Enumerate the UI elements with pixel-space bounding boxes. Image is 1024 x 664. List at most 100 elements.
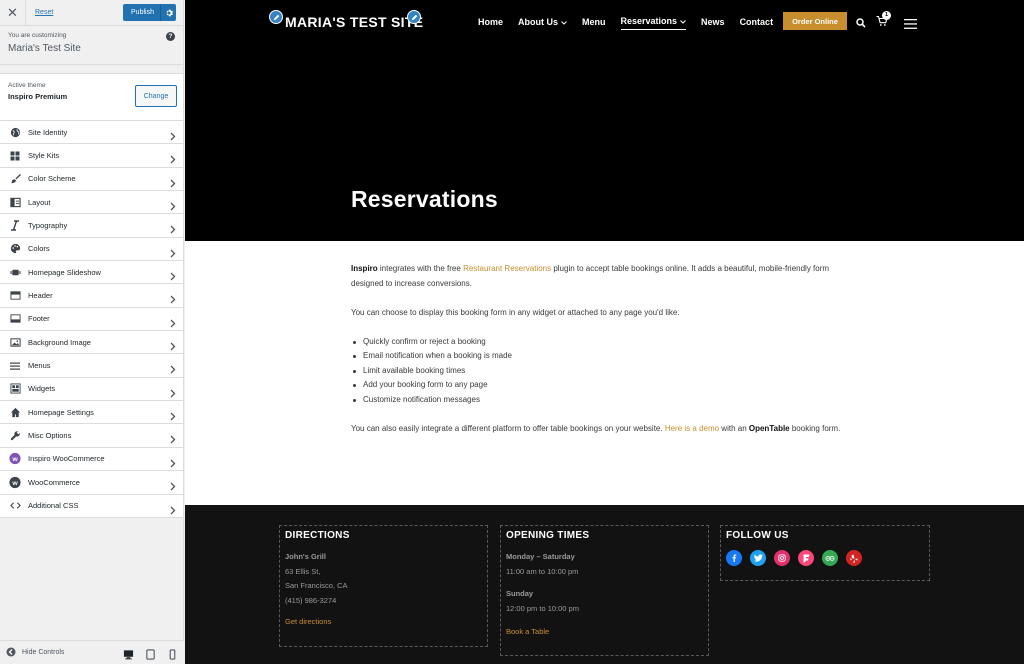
publish-label: Publish [131, 9, 154, 16]
widgets-icon [9, 383, 21, 395]
section-label: Color Scheme [28, 174, 76, 184]
hide-controls-label: Hide Controls [22, 649, 65, 656]
close-icon[interactable]: ✕ [0, 0, 26, 26]
day-range-2: Sunday [506, 589, 534, 598]
nav-about-us[interactable]: About Us [518, 17, 567, 30]
nav-label: Reservations [620, 16, 678, 26]
nav-home[interactable]: Home [478, 17, 503, 30]
chevron-right-icon [170, 315, 176, 333]
customizer-footer: Hide Controls [0, 640, 184, 664]
section-widgets[interactable]: Widgets [0, 377, 183, 402]
hide-controls-button[interactable]: Hide Controls [0, 647, 64, 659]
main-navigation: Home About Us Menu Reservations News Contact [478, 16, 788, 30]
demo-link[interactable]: Here is a demo [665, 424, 719, 433]
section-homepage-settings[interactable]: Homepage Settings [0, 401, 183, 425]
nav-reservations[interactable]: Reservations [620, 16, 687, 30]
footer-icon [9, 313, 21, 325]
help-icon[interactable]: ? [166, 32, 175, 41]
tripadvisor-icon[interactable] [822, 550, 838, 566]
globe-icon [9, 126, 21, 138]
reset-link[interactable]: Reset [35, 9, 53, 16]
chevron-right-icon [170, 431, 176, 449]
section-additional-css[interactable]: Additional CSS [0, 494, 183, 518]
feature-list: Quickly confirm or reject a booking Email… [351, 335, 841, 408]
section-color-scheme[interactable]: Color Scheme [0, 167, 183, 192]
nav-menu[interactable]: Menu [582, 17, 606, 30]
address-line-1: 63 Ellis St, [285, 566, 321, 576]
section-label: Menus [28, 361, 51, 371]
gear-icon[interactable] [160, 4, 176, 21]
search-icon[interactable] [856, 15, 866, 33]
foursquare-icon[interactable] [798, 550, 814, 566]
book-table-link[interactable]: Book a Table [506, 625, 703, 640]
site-logo[interactable]: MARIA'S TEST SITE [285, 14, 423, 30]
section-inspiro-woocommerce[interactable]: w Inspiro WooCommerce [0, 447, 183, 472]
woo-dark-icon: w [9, 476, 21, 488]
publish-button[interactable]: Publish [123, 4, 176, 21]
section-homepage-slideshow[interactable]: Homepage Slideshow [0, 261, 183, 285]
edit-shortcut-icon[interactable] [269, 10, 283, 24]
get-directions-link[interactable]: Get directions [285, 615, 482, 630]
text: You can also easily integrate a differen… [351, 423, 665, 433]
section-header[interactable]: Header [0, 284, 183, 308]
section-footer[interactable]: Footer [0, 307, 183, 333]
palette-icon [9, 243, 21, 255]
section-style-kits[interactable]: Style Kits [0, 144, 183, 169]
image-icon [9, 336, 21, 348]
section-label: Homepage Slideshow [28, 267, 101, 277]
section-label: Header [28, 291, 53, 301]
list-item: Customize notification messages [351, 393, 841, 408]
chevron-down-icon [680, 16, 686, 26]
nav-contact[interactable]: Contact [740, 17, 774, 30]
edit-shortcut-icon[interactable] [407, 10, 421, 24]
order-online-button[interactable]: Order Online [783, 12, 847, 30]
text: integrates with the free [377, 264, 464, 273]
section-site-identity[interactable]: Site Identity [0, 121, 183, 145]
chevron-right-icon [170, 151, 176, 169]
chevron-right-icon [170, 361, 176, 379]
customizing-label: You are customizing [8, 32, 67, 39]
hamburger-menu-icon[interactable] [904, 16, 917, 34]
instagram-icon[interactable] [774, 550, 790, 566]
time-range-2: 12:00 pm to 10:00 pm [506, 603, 579, 613]
section-typography[interactable]: Typography [0, 214, 183, 239]
nav-news[interactable]: News [701, 17, 725, 30]
section-label: Style Kits [28, 151, 60, 161]
section-misc-options[interactable]: Misc Options [0, 424, 183, 449]
grid-icon [9, 150, 21, 162]
site-preview: MARIA'S TEST SITE Home About Us Menu Reserv… [185, 0, 1024, 664]
integration-paragraph: You can also easily integrate a differen… [351, 422, 841, 437]
customizer-sidebar: ✕ Reset Publish You are customizing Mari… [0, 0, 184, 664]
customizer-sections: Site Identity Style Kits Color Scheme Layou… [0, 121, 183, 518]
page-content: Inspiro integrates with the free Restaur… [351, 262, 841, 451]
twitter-icon[interactable] [750, 550, 766, 566]
chevron-right-icon [170, 478, 176, 496]
section-background-image[interactable]: Background Image [0, 331, 183, 355]
site-name: Maria's Test Site [8, 43, 81, 54]
section-label: Typography [28, 221, 68, 231]
display-paragraph: You can choose to display this booking f… [351, 307, 680, 317]
chevron-right-icon [170, 221, 176, 239]
opening-times-title: OPENING TIMES [506, 530, 590, 541]
nav-label: About Us [518, 16, 559, 27]
mobile-icon[interactable] [167, 647, 178, 664]
intro-paragraph: Inspiro integrates with the free Restaur… [351, 262, 841, 291]
yelp-icon[interactable] [846, 550, 862, 566]
restaurant-reservations-link[interactable]: Restaurant Reservations [463, 264, 551, 273]
svg-text:w: w [11, 480, 18, 487]
tablet-icon[interactable] [145, 647, 156, 664]
cart-count-badge: 1 [882, 11, 891, 20]
section-label: Misc Options [28, 431, 72, 441]
text: booking form. [789, 423, 841, 433]
address-line-2: San Francisco, CA [285, 581, 348, 590]
section-layout[interactable]: Layout [0, 191, 183, 215]
facebook-icon[interactable] [726, 550, 742, 566]
header-icon [9, 290, 21, 302]
change-theme-button[interactable]: Change [135, 85, 177, 107]
desktop-icon[interactable] [123, 647, 134, 664]
section-colors[interactable]: Colors [0, 237, 183, 262]
section-menus[interactable]: Menus [0, 354, 183, 379]
section-woocommerce[interactable]: w WooCommerce [0, 471, 183, 496]
chevron-down-icon [561, 17, 567, 27]
nav-label: News [701, 16, 725, 27]
